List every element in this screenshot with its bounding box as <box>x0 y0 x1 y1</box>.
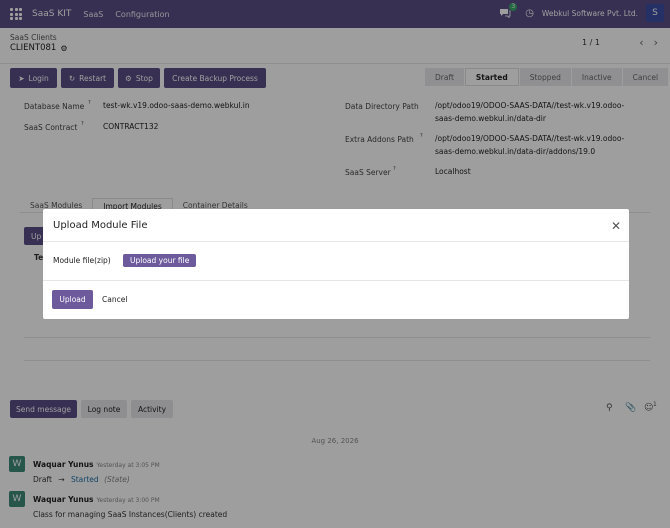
divider <box>43 280 629 281</box>
upload-button[interactable]: Upload <box>52 290 93 309</box>
upload-module-dialog: Upload Module File ✕ Module file(zip) Up… <box>43 209 629 319</box>
module-file-label: Module file(zip) <box>53 256 111 265</box>
divider <box>43 241 629 242</box>
close-icon[interactable]: ✕ <box>611 219 621 233</box>
upload-your-file-button[interactable]: Upload your file <box>123 254 197 267</box>
cancel-button[interactable]: Cancel <box>102 295 127 304</box>
modal-title: Upload Module File <box>53 220 148 231</box>
